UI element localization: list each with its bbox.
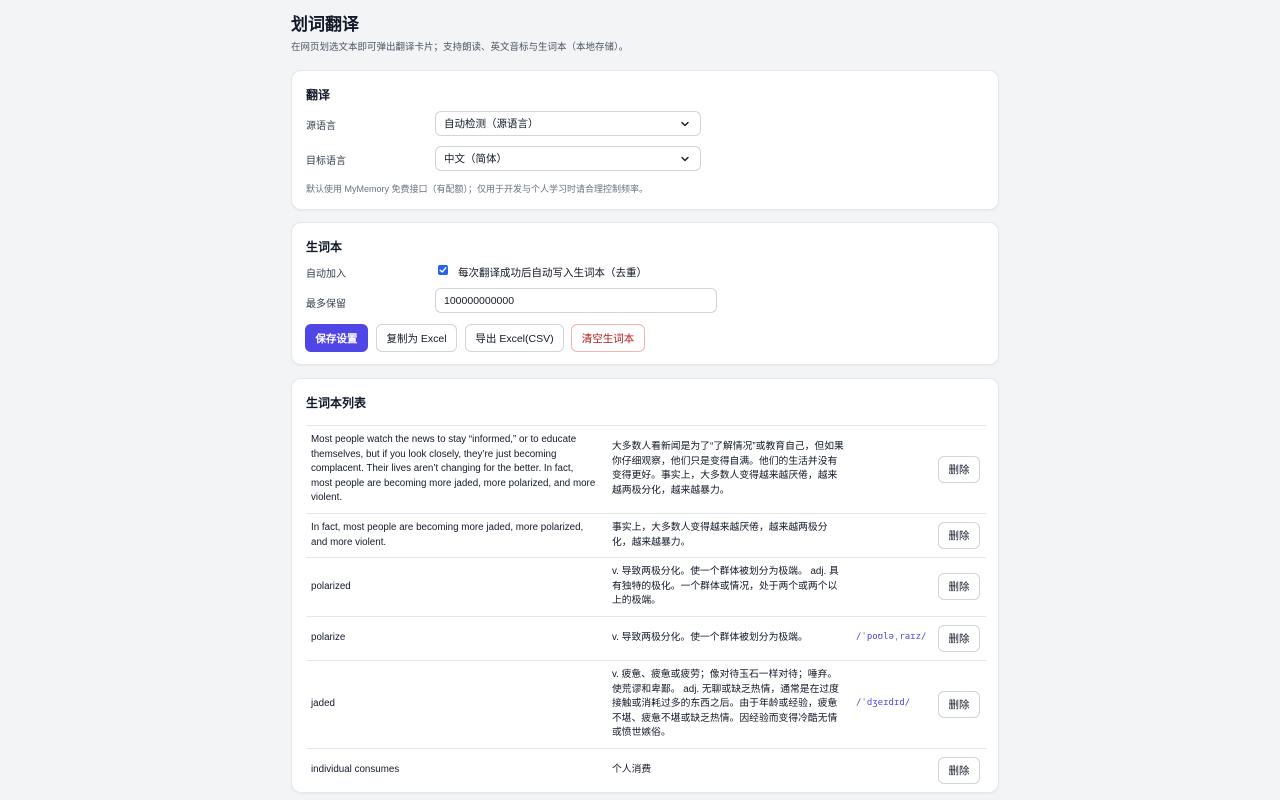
source-text: Most people watch the news to stay “info… [311,434,596,503]
delete-button[interactable]: 删除 [938,691,980,718]
translation-text: v. 导致两极分化。使一个群体被划分为极端。 adj. 具有独特的极化。一个群体… [612,566,839,606]
delete-button[interactable]: 删除 [938,456,980,483]
delete-button[interactable]: 删除 [938,522,980,549]
translation-text: v. 导致两极分化。使一个群体被划分为极端。 [612,632,808,643]
auto-add-label: 自动加入 [306,269,346,280]
target-language-label: 目标语言 [306,156,346,167]
source-text: individual consumes [311,764,400,775]
chevron-down-icon [681,121,689,127]
source-text: polarized [311,581,351,592]
table-row: jaded v. 疲惫、疲惫或疲劳；像对待玉石一样对待；唾弃。使荒谬和卑鄙。 a… [306,661,986,749]
translation-text: 个人消费 [612,764,652,775]
translation-text: 大多数人看新闻是为了“了解情况”或教育自己，但如果你仔细观察，他们只是变得自满。… [612,441,844,496]
source-language-select[interactable]: 自动检测（源语言） [435,111,701,136]
page-subtitle: 在网页划选文本即可弹出翻译卡片；支持朗读、英文音标与生词本（本地存储）。 [291,42,629,53]
phonetic-text: /ˈpoʊləˌraɪz/ [856,632,927,642]
chevron-down-icon [681,156,689,162]
target-language-value: 中文（简体） [444,153,507,165]
auto-add-text: 每次翻译成功后自动写入生词本（去重） [458,267,647,279]
translate-card-title: 翻译 [306,88,331,102]
copy-excel-button[interactable]: 复制为 Excel [376,324,457,352]
table-row: Most people watch the news to stay “info… [306,426,986,514]
table-row: polarized v. 导致两极分化。使一个群体被划分为极端。 adj. 具有… [306,558,986,617]
phonetic-text: /ˈdʒeɪdɪd/ [856,698,911,708]
page-title: 划词翻译 [291,15,359,34]
source-language-value: 自动检测（源语言） [444,118,539,130]
translation-text: v. 疲惫、疲惫或疲劳；像对待玉石一样对待；唾弃。使荒谬和卑鄙。 adj. 无聊… [612,669,839,738]
max-keep-label: 最多保留 [306,299,346,310]
translate-card: 翻译 源语言 自动检测（源语言） 目标语言 中文（简体） 默认使用 MyMemo… [291,70,999,210]
auto-add-checkbox[interactable] [438,265,448,275]
clear-vocab-button[interactable]: 清空生词本 [571,324,645,352]
checkmark-icon [439,267,447,273]
table-row: In fact, most people are becoming more j… [306,514,986,558]
api-hint: 默认使用 MyMemory 免费接口（有配额）；仅用于开发与个人学习时请合理控制… [306,184,649,194]
export-csv-button[interactable]: 导出 Excel(CSV) [465,324,564,352]
target-language-select[interactable]: 中文（简体） [435,146,701,171]
delete-button[interactable]: 删除 [938,757,980,784]
vocab-card-title: 生词本 [306,240,343,254]
source-text: In fact, most people are becoming more j… [311,522,584,548]
table-row: polarize v. 导致两极分化。使一个群体被划分为极端。 /ˈpoʊləˌ… [306,617,986,661]
max-keep-value: 100000000000 [444,294,515,307]
vocab-settings-card: 生词本 自动加入 每次翻译成功后自动写入生词本（去重） 最多保留 1000000… [291,222,999,365]
table-row: individual consumes 个人消费 删除 [306,749,986,793]
max-keep-input[interactable]: 100000000000 [435,288,717,313]
source-text: polarize [311,632,346,643]
vocab-list-card: 生词本列表 Most people watch the news to stay… [291,378,999,793]
translation-text: 事实上，大多数人变得越来越厌倦，越来越两极分化，越来越暴力。 [612,522,828,548]
vocab-list-title: 生词本列表 [306,396,367,410]
delete-button[interactable]: 删除 [938,625,980,652]
source-text: jaded [311,698,335,709]
delete-button[interactable]: 删除 [938,573,980,600]
source-language-label: 源语言 [306,121,336,132]
save-settings-button[interactable]: 保存设置 [305,324,368,352]
